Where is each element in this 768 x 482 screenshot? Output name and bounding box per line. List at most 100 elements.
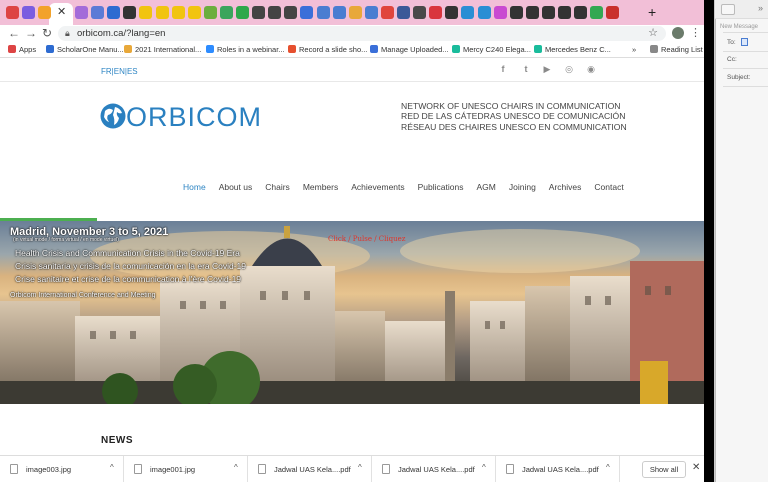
forward-button[interactable]: →: [25, 25, 37, 41]
tab[interactable]: [364, 6, 378, 19]
profile-avatar[interactable]: [672, 27, 684, 39]
tab[interactable]: [541, 6, 555, 19]
tab[interactable]: [171, 6, 185, 19]
tab[interactable]: [139, 6, 153, 19]
address-bar[interactable]: 🔒︎ orbicom.ca/?lang=en ☆: [58, 26, 666, 41]
bookmark-label: ScholarOne Manu...: [57, 45, 124, 54]
menu-item-joining[interactable]: Joining: [509, 182, 536, 192]
tab[interactable]: [300, 6, 314, 19]
tab[interactable]: [38, 6, 51, 19]
menu-item-members[interactable]: Members: [303, 182, 338, 192]
bookmark-label: Manage Uploaded...: [381, 45, 449, 54]
menu-item-about-us[interactable]: About us: [219, 182, 253, 192]
bookmark-star-icon[interactable]: ☆: [648, 26, 658, 39]
download-options-icon[interactable]: ^: [358, 463, 362, 472]
tab-close-icon[interactable]: ✕: [57, 6, 66, 18]
tab[interactable]: [606, 6, 620, 19]
tab[interactable]: [107, 6, 121, 19]
new-tab-button[interactable]: +: [648, 4, 656, 20]
menu-item-chairs[interactable]: Chairs: [265, 182, 290, 192]
tab[interactable]: [397, 6, 410, 19]
lang-en[interactable]: EN: [114, 67, 125, 76]
tab[interactable]: [332, 6, 346, 19]
menu-item-archives[interactable]: Archives: [549, 182, 582, 192]
download-options-icon[interactable]: ^: [606, 463, 610, 472]
tab[interactable]: [429, 6, 443, 19]
tab[interactable]: [509, 6, 523, 19]
close-downloads-icon[interactable]: ✕: [692, 462, 700, 473]
tab[interactable]: [75, 6, 88, 19]
twitter-icon[interactable]: t: [518, 64, 534, 74]
tagline-en: NETWORK OF UNESCO CHAIRS IN COMMUNICATIO…: [401, 101, 621, 111]
menu-item-publications[interactable]: Publications: [418, 182, 464, 192]
back-button[interactable]: ←: [8, 25, 20, 41]
tab[interactable]: [574, 6, 588, 19]
download-item[interactable]: Jadwal UAS Kela....pdf ^: [372, 456, 496, 482]
conference-banner[interactable]: Madrid, November 3 to 5, 2021 (in virtua…: [0, 221, 704, 404]
tab[interactable]: [268, 6, 282, 19]
tab[interactable]: [590, 6, 604, 19]
tab[interactable]: [155, 6, 169, 19]
bookmark-item[interactable]: ScholarOne Manu...: [46, 45, 124, 55]
tab[interactable]: [219, 6, 233, 19]
tab[interactable]: [493, 6, 507, 19]
download-options-icon[interactable]: ^: [482, 463, 486, 472]
bookmark-item[interactable]: 2021 International...: [124, 45, 201, 55]
browser-menu-icon[interactable]: ⋮: [690, 26, 701, 39]
lang-fr[interactable]: FR: [101, 67, 112, 76]
file-icon: [10, 464, 18, 474]
menu-item-home[interactable]: Home: [183, 182, 206, 192]
menu-item-agm[interactable]: AGM: [476, 182, 495, 192]
youtube-icon[interactable]: ▶: [539, 64, 555, 75]
orbicom-globe-logo[interactable]: [100, 100, 126, 132]
bookmark-item[interactable]: Manage Uploaded...: [370, 45, 449, 55]
bookmark-item[interactable]: Roles in a webinar...: [206, 45, 285, 55]
instagram-icon[interactable]: ◎: [561, 64, 577, 75]
tab[interactable]: [348, 6, 362, 19]
download-options-icon[interactable]: ^: [110, 463, 114, 472]
menu-item-contact[interactable]: Contact: [594, 182, 623, 192]
tab[interactable]: [6, 6, 19, 19]
more-bookmarks-button[interactable]: »: [632, 45, 636, 55]
download-item[interactable]: Jadwal UAS Kela....pdf ^: [496, 456, 620, 482]
bookmark-item[interactable]: Apps: [8, 45, 36, 55]
tab[interactable]: [22, 6, 35, 19]
to-field[interactable]: [741, 38, 748, 46]
rss-icon[interactable]: ◉: [583, 64, 599, 75]
hero-click-link[interactable]: Click / Pulse / Cliquez: [328, 235, 405, 243]
tab[interactable]: [477, 6, 491, 19]
tab[interactable]: [187, 6, 201, 19]
tab[interactable]: [413, 6, 427, 19]
tab[interactable]: [445, 6, 459, 19]
tab[interactable]: [380, 6, 394, 19]
download-item[interactable]: image001.jpg ^: [124, 456, 248, 482]
download-item[interactable]: Jadwal UAS Kela....pdf ^: [248, 456, 372, 482]
download-options-icon[interactable]: ^: [234, 463, 238, 472]
bookmark-item[interactable]: Mercedes Benz C...: [534, 45, 611, 55]
tab[interactable]: [525, 6, 539, 19]
site-logo-text[interactable]: ORBICOM: [126, 102, 262, 133]
tab[interactable]: [91, 6, 105, 19]
tab[interactable]: [461, 6, 475, 19]
tagline-fr: RÉSEAU DES CHAIRES UNESCO EN COMMUNICATI…: [401, 121, 627, 132]
reading-list-button[interactable]: Reading List: [650, 45, 703, 55]
tab[interactable]: [236, 6, 249, 19]
bookmark-item[interactable]: Record a slide sho...: [288, 45, 367, 55]
bookmark-item[interactable]: Mercy C240 Elega...: [452, 45, 531, 55]
bookmark-favicon-icon: [370, 45, 378, 53]
reload-button[interactable]: ↻: [42, 25, 52, 41]
site-topbar: FR|EN|ES f t ▶ ◎ ◉: [0, 58, 704, 82]
show-all-downloads-button[interactable]: Show all: [642, 461, 686, 478]
collapse-icon[interactable]: »: [758, 3, 763, 13]
send-button[interactable]: [721, 4, 735, 15]
tab[interactable]: [123, 6, 137, 19]
facebook-icon[interactable]: f: [495, 64, 511, 74]
lang-es[interactable]: ES: [127, 67, 138, 76]
tab[interactable]: [252, 6, 266, 19]
tab[interactable]: [558, 6, 571, 19]
tab[interactable]: [316, 6, 330, 19]
tab[interactable]: [203, 6, 217, 19]
menu-item-achievements[interactable]: Achievements: [351, 182, 404, 192]
tab[interactable]: [284, 6, 298, 19]
download-item[interactable]: image003.jpg ^: [0, 456, 124, 482]
